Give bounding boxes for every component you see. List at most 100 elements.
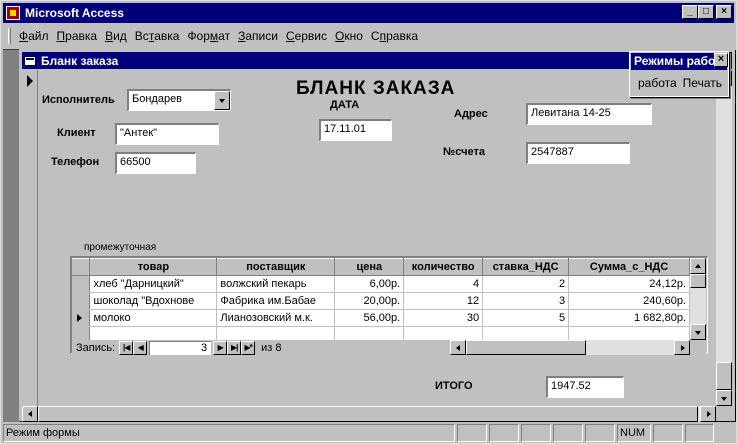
table-cell[interactable]: волжский пекарь <box>216 275 336 293</box>
select-all-corner[interactable] <box>72 258 91 276</box>
form-scroll-down-icon[interactable] <box>716 390 732 406</box>
table-cell[interactable] <box>334 326 405 340</box>
menu-item-2[interactable]: Вид <box>101 27 131 45</box>
form-horizontal-scrollbar[interactable] <box>22 406 716 422</box>
new-record-row[interactable] <box>72 326 690 340</box>
table-cell[interactable] <box>482 326 570 340</box>
form-hscroll-thumb[interactable] <box>38 406 698 422</box>
address-field[interactable]: Левитана 14-25 <box>526 103 652 125</box>
table-row[interactable]: шоколад "Вдохнове Фабрика им.Бабае 20,00р.… <box>72 292 690 310</box>
table-row[interactable]: хлеб "Дарницкий" волжский пекарь 6,00р. 4 2 2… <box>72 275 690 293</box>
menu-item-8[interactable]: Справка <box>367 27 422 45</box>
row-selector[interactable] <box>72 275 91 293</box>
grid-hscroll-thumb[interactable] <box>466 340 586 355</box>
row-selector[interactable] <box>72 309 91 327</box>
column-header[interactable]: количество <box>403 258 484 276</box>
next-record-button[interactable]: ▶ <box>213 340 228 355</box>
table-cell[interactable]: 6,00р. <box>334 275 405 293</box>
scroll-left-icon[interactable] <box>450 340 466 355</box>
phone-field[interactable]: 66500 <box>115 152 196 174</box>
menu-item-3[interactable]: Вставка <box>131 27 184 45</box>
grid-vertical-scrollbar[interactable] <box>690 258 706 340</box>
order-items-table: товар поставщик цена количество ставка_НДС Су… <box>72 258 690 340</box>
table-cell[interactable]: 3 <box>482 292 570 310</box>
client-label: Клиент <box>57 127 96 139</box>
print-button[interactable]: Печать <box>683 76 722 90</box>
table-cell[interactable] <box>403 326 484 340</box>
form-scroll-right-icon[interactable] <box>700 406 716 422</box>
current-record-number[interactable]: 3 <box>149 340 212 355</box>
chevron-down-icon[interactable] <box>214 91 230 110</box>
date-field[interactable]: 17.11.01 <box>319 119 392 141</box>
address-label: Адрес <box>454 108 488 120</box>
table-cell[interactable]: хлеб "Дарницкий" <box>89 275 218 293</box>
status-panel-2 <box>489 424 519 442</box>
row-selector[interactable] <box>72 326 91 340</box>
scroll-down-icon[interactable] <box>690 324 706 340</box>
table-cell[interactable]: 240,60р. <box>568 292 690 310</box>
first-record-button[interactable]: |◀ <box>119 340 134 355</box>
column-header[interactable]: поставщик <box>216 258 336 276</box>
table-cell[interactable]: 4 <box>403 275 484 293</box>
form-scroll-left-icon[interactable] <box>22 406 38 422</box>
table-cell[interactable]: 5 <box>482 309 570 327</box>
table-row[interactable]: молоко Лианозовский м.к. 56,00р. 30 5 1 682,8… <box>72 309 690 327</box>
subform-label: промежуточная <box>84 242 157 253</box>
menu-item-0[interactable]: Файл <box>15 27 53 45</box>
order-form-window: Бланк заказа БЛАНК ЗАКАЗА Исполнитель Бо… <box>19 49 735 422</box>
last-record-button[interactable]: ▶| <box>227 340 242 355</box>
invoice-field[interactable]: 2547887 <box>526 142 630 164</box>
access-key-icon[interactable] <box>6 6 20 20</box>
table-cell[interactable]: 56,00р. <box>334 309 405 327</box>
menu-item-prefix: Вс <box>134 29 149 43</box>
row-selector[interactable] <box>72 292 91 310</box>
new-record-button[interactable]: ▶* <box>241 340 256 355</box>
menu-item-accesskey: С <box>285 29 295 43</box>
table-cell[interactable] <box>568 326 690 340</box>
column-header[interactable]: цена <box>334 258 405 276</box>
menu-grip[interactable] <box>8 28 11 44</box>
menu-item-4[interactable]: Формат <box>183 27 234 45</box>
scroll-right-icon[interactable] <box>674 340 690 355</box>
grid-horizontal-scrollbar[interactable] <box>450 340 690 355</box>
table-cell[interactable]: молоко <box>89 309 218 327</box>
form-vertical-scrollbar[interactable] <box>716 70 732 406</box>
table-cell[interactable]: Лианозовский м.к. <box>216 309 336 327</box>
minimize-button[interactable]: _ <box>682 5 698 19</box>
table-cell[interactable] <box>89 326 218 340</box>
previous-record-button[interactable]: ◀ <box>133 340 148 355</box>
form-icon[interactable] <box>24 55 36 66</box>
maximize-button[interactable]: □ <box>698 5 714 19</box>
column-header[interactable]: ставка_НДС <box>482 258 570 276</box>
table-cell[interactable]: 30 <box>403 309 484 327</box>
menu-item-7[interactable]: Окно <box>331 27 367 45</box>
client-field[interactable]: "Антек" <box>115 123 219 145</box>
grid-vscroll-thumb[interactable] <box>690 274 706 288</box>
palette-close-icon[interactable]: × <box>714 53 728 67</box>
table-cell[interactable]: Фабрика им.Бабае <box>216 292 336 310</box>
menu-item-1[interactable]: Правка <box>53 27 102 45</box>
table-cell[interactable]: 24,12р. <box>568 275 690 293</box>
table-cell[interactable]: 2 <box>482 275 570 293</box>
table-cell[interactable] <box>216 326 336 340</box>
order-items-subform: товар поставщик цена количество ставка_НДС Су… <box>70 256 708 355</box>
menu-item-5[interactable]: Записи <box>234 27 282 45</box>
menu-item-rest: ервис <box>294 29 328 43</box>
executor-combobox[interactable]: Бондарев <box>127 89 231 111</box>
column-header[interactable]: товар <box>89 258 218 276</box>
record-selector[interactable] <box>22 70 38 406</box>
scroll-up-icon[interactable] <box>690 258 706 274</box>
table-cell[interactable]: шоколад "Вдохнове <box>89 292 218 310</box>
work-mode-button[interactable]: работа <box>638 76 677 90</box>
column-header[interactable]: Сумма_с_НДС <box>568 258 690 276</box>
access-window: Microsoft Access _ □ × Файл Правка Вид Вста… <box>0 0 737 444</box>
close-button[interactable]: × <box>716 5 732 19</box>
total-field[interactable]: 1947.52 <box>546 376 624 398</box>
table-cell[interactable]: 1 682,80р. <box>568 309 690 327</box>
table-cell[interactable]: 12 <box>403 292 484 310</box>
table-cell[interactable]: 20,00р. <box>334 292 405 310</box>
form-vscroll-thumb[interactable] <box>716 362 732 390</box>
menu-item-accesskey: Ф <box>19 29 29 43</box>
status-panel-1 <box>457 424 487 442</box>
menu-item-6[interactable]: Сервис <box>282 27 331 45</box>
